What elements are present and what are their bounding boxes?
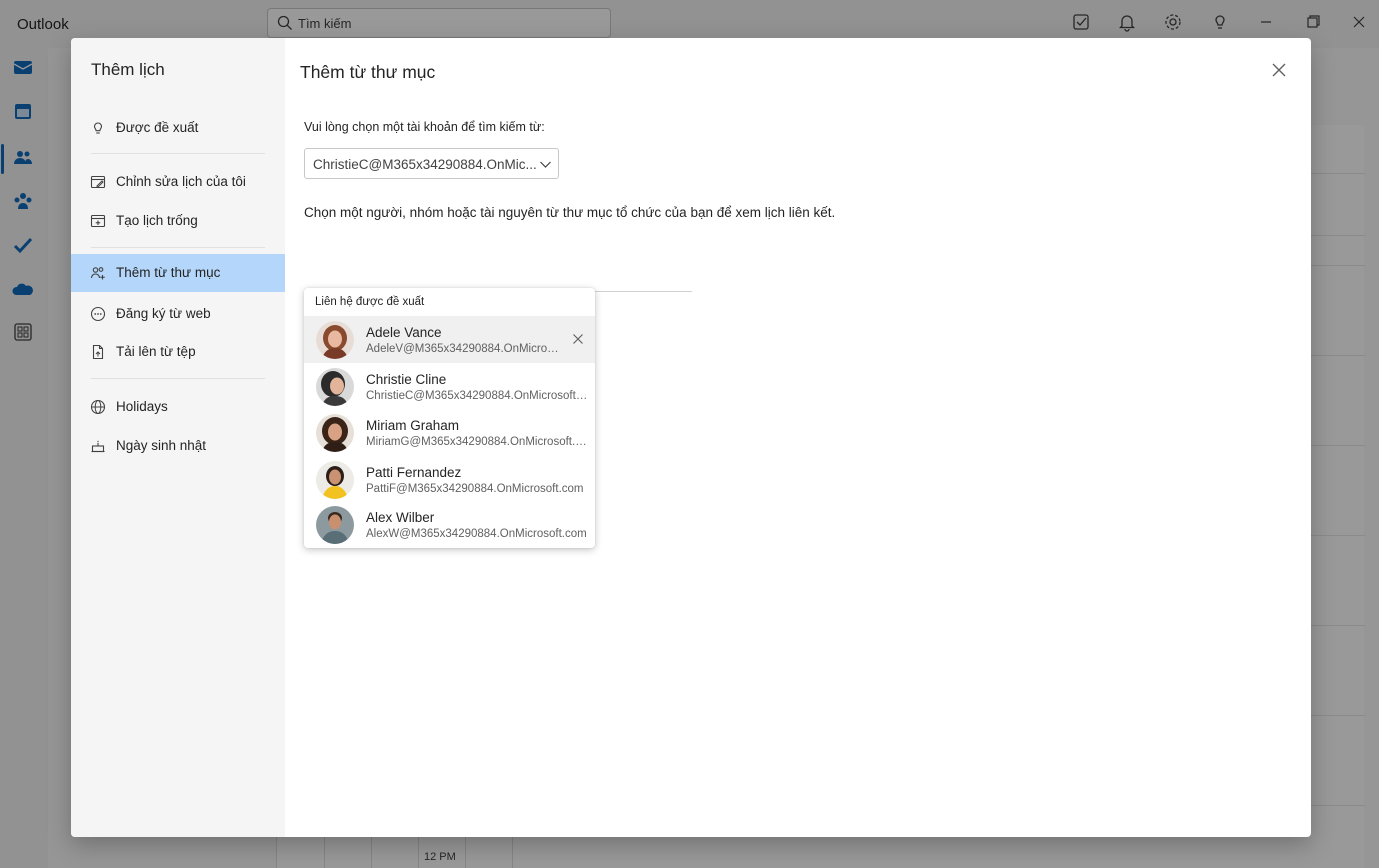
contact-email: ChristieC@M365x34290884.OnMicrosoft.com [366, 390, 590, 402]
nav-item-label: Tạo lịch trống [116, 213, 198, 228]
contact-item[interactable]: Miriam Graham MiriamG@M365x34290884.OnMi… [304, 409, 595, 456]
nav-item-add-from-directory[interactable]: Thêm từ thư mục [71, 254, 285, 292]
contact-item[interactable]: Christie Cline ChristieC@M365x34290884.O… [304, 363, 595, 410]
contact-email: AdeleV@M365x34290884.OnMicrosoft.com [366, 343, 562, 355]
link-icon [90, 306, 106, 322]
contact-item[interactable]: Alex Wilber AlexW@M365x34290884.OnMicros… [304, 501, 595, 548]
add-calendar-icon [90, 214, 106, 228]
nav-item-suggested[interactable]: Được đề xuất [71, 109, 285, 147]
avatar [316, 461, 354, 499]
add-calendar-dialog: Thêm lịch Được đề xuất Chỉnh sửa lịch củ… [71, 38, 1311, 837]
nav-item-create-blank[interactable]: Tạo lịch trống [71, 202, 285, 240]
nav-item-edit-calendars[interactable]: Chỉnh sửa lịch của tôi [71, 163, 285, 201]
nav-item-upload-file[interactable]: Tải lên từ tệp [71, 333, 285, 371]
account-prompt: Vui lòng chọn một tài khoản để tìm kiếm … [304, 120, 545, 134]
nav-item-label: Đăng ký từ web [116, 306, 211, 321]
avatar [316, 321, 354, 359]
contact-name: Alex Wilber [366, 510, 435, 525]
nav-divider [91, 247, 265, 248]
account-dropdown[interactable]: ChristieC@M365x34290884.OnMic... [304, 148, 559, 179]
nav-item-holidays[interactable]: Holidays [71, 388, 285, 426]
nav-item-birthdays[interactable]: Ngày sinh nhật [71, 427, 285, 465]
nav-title: Thêm lịch [91, 60, 165, 79]
avatar [316, 368, 354, 406]
upload-file-icon [92, 344, 104, 360]
content-title: Thêm từ thư mục [300, 62, 436, 82]
suggestions-header: Liên hệ được đề xuất [315, 296, 425, 308]
dialog-content: Thêm từ thư mục Vui lòng chọn một tài kh… [285, 38, 1311, 837]
contact-name: Adele Vance [366, 325, 442, 340]
nav-divider [91, 378, 265, 379]
globe-icon [90, 399, 106, 415]
close-icon[interactable] [1269, 60, 1289, 80]
nav-item-label: Ngày sinh nhật [116, 438, 207, 453]
avatar [316, 414, 354, 452]
edit-calendar-icon [90, 175, 106, 189]
chevron-down-icon [540, 161, 551, 168]
people-add-icon [90, 267, 105, 280]
birthday-cake-icon [91, 440, 105, 453]
avatar [316, 506, 354, 544]
suggested-contacts-dropdown: Liên hệ được đề xuất Adele Vance AdeleV@… [304, 288, 595, 548]
lightbulb-icon [93, 122, 103, 134]
nav-item-label: Thêm từ thư mục [116, 265, 221, 280]
account-selected-value: ChristieC@M365x34290884.OnMic... [313, 157, 537, 172]
nav-item-label: Được đề xuất [116, 120, 199, 135]
contact-name: Patti Fernandez [366, 465, 462, 480]
nav-item-label: Holidays [116, 399, 168, 414]
dismiss-icon[interactable] [572, 333, 584, 345]
contact-item[interactable]: Patti Fernandez PattiF@M365x34290884.OnM… [304, 456, 595, 503]
contact-email: AlexW@M365x34290884.OnMicrosoft.com [366, 528, 587, 540]
dialog-nav: Thêm lịch Được đề xuất Chỉnh sửa lịch củ… [71, 38, 285, 837]
contact-email: MiriamG@M365x34290884.OnMicrosoft.com [366, 436, 590, 448]
contact-email: PattiF@M365x34290884.OnMicrosoft.com [366, 483, 584, 495]
contact-name: Miriam Graham [366, 418, 460, 433]
nav-divider [91, 153, 265, 154]
nav-item-label: Tải lên từ tệp [116, 344, 196, 359]
contact-item[interactable]: Adele Vance AdeleV@M365x34290884.OnMicro… [304, 316, 595, 363]
nav-item-subscribe-web[interactable]: Đăng ký từ web [71, 295, 285, 333]
contact-name: Christie Cline [366, 372, 447, 387]
directory-description: Chọn một người, nhóm hoặc tài nguyên từ … [304, 205, 836, 220]
nav-item-label: Chỉnh sửa lịch của tôi [116, 174, 246, 189]
